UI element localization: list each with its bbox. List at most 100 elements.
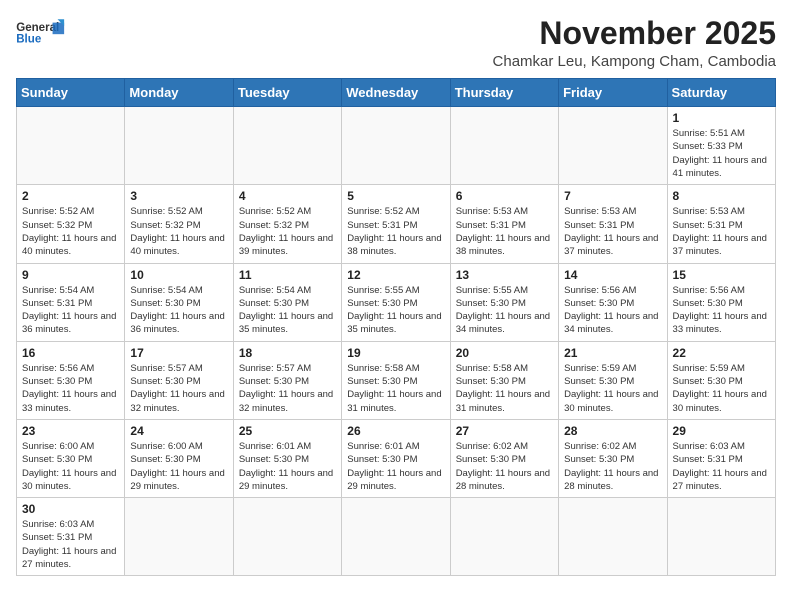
day-number: 14 xyxy=(564,268,661,282)
empty-cell xyxy=(233,107,341,185)
day-cell-29: 29 Sunrise: 6:03 AM Sunset: 5:31 PM Dayli… xyxy=(667,419,775,497)
weekday-header-thursday: Thursday xyxy=(450,79,558,107)
day-cell-30: 30Sunrise: 6:03 AM Sunset: 5:31 PM Dayli… xyxy=(17,498,125,576)
page-header: General Blue November 2025 Chamkar Leu, … xyxy=(16,16,776,70)
day-info: Sunrise: 6:03 AM Sunset: 5:31 PM Dayligh… xyxy=(673,440,770,493)
day-cell-16: 16 Sunrise: 5:56 AM Sunset: 5:30 PM Dayli… xyxy=(17,341,125,419)
day-cell-3: 3 Sunrise: 5:52 AM Sunset: 5:32 PM Daylig… xyxy=(125,185,233,263)
day-number: 8 xyxy=(673,189,770,203)
day-info: Sunrise: 5:52 AM Sunset: 5:31 PM Dayligh… xyxy=(347,205,444,258)
day-cell-27: 27Sunrise: 6:02 AM Sunset: 5:30 PM Dayli… xyxy=(450,419,558,497)
day-info: Sunrise: 6:01 AM Sunset: 5:30 PM Dayligh… xyxy=(347,440,444,493)
empty-cell xyxy=(233,498,341,576)
day-cell-24: 24Sunrise: 6:00 AM Sunset: 5:30 PM Dayli… xyxy=(125,419,233,497)
day-info: Sunrise: 6:00 AM Sunset: 5:30 PM Dayligh… xyxy=(22,440,119,493)
day-cell-20: 20 Sunrise: 5:58 AM Sunset: 5:30 PM Dayli… xyxy=(450,341,558,419)
day-number: 27 xyxy=(456,424,553,438)
day-cell-21: 21Sunrise: 5:59 AM Sunset: 5:30 PM Dayli… xyxy=(559,341,667,419)
weekday-header-sunday: Sunday xyxy=(17,79,125,107)
day-info: Sunrise: 5:58 AM Sunset: 5:30 PM Dayligh… xyxy=(456,362,553,415)
day-info: Sunrise: 5:54 AM Sunset: 5:30 PM Dayligh… xyxy=(130,284,227,337)
calendar-row-4: 23 Sunrise: 6:00 AM Sunset: 5:30 PM Dayli… xyxy=(17,419,776,497)
calendar-table: SundayMondayTuesdayWednesdayThursdayFrid… xyxy=(16,78,776,576)
day-cell-11: 11 Sunrise: 5:54 AM Sunset: 5:30 PM Dayli… xyxy=(233,263,341,341)
day-info: Sunrise: 5:51 AM Sunset: 5:33 PM Dayligh… xyxy=(673,127,770,180)
weekday-header-friday: Friday xyxy=(559,79,667,107)
empty-cell xyxy=(17,107,125,185)
day-cell-8: 8 Sunrise: 5:53 AM Sunset: 5:31 PM Daylig… xyxy=(667,185,775,263)
day-cell-5: 5Sunrise: 5:52 AM Sunset: 5:31 PM Daylig… xyxy=(342,185,450,263)
day-info: Sunrise: 5:58 AM Sunset: 5:30 PM Dayligh… xyxy=(347,362,444,415)
empty-cell xyxy=(667,498,775,576)
day-info: Sunrise: 6:00 AM Sunset: 5:30 PM Dayligh… xyxy=(130,440,227,493)
day-cell-15: 15 Sunrise: 5:56 AM Sunset: 5:30 PM Dayli… xyxy=(667,263,775,341)
day-info: Sunrise: 5:56 AM Sunset: 5:30 PM Dayligh… xyxy=(564,284,661,337)
day-number: 18 xyxy=(239,346,336,360)
day-cell-9: 9 Sunrise: 5:54 AM Sunset: 5:31 PM Daylig… xyxy=(17,263,125,341)
day-info: Sunrise: 5:56 AM Sunset: 5:30 PM Dayligh… xyxy=(22,362,119,415)
empty-cell xyxy=(559,498,667,576)
day-info: Sunrise: 5:56 AM Sunset: 5:30 PM Dayligh… xyxy=(673,284,770,337)
weekday-header-tuesday: Tuesday xyxy=(233,79,341,107)
day-cell-13: 13Sunrise: 5:55 AM Sunset: 5:30 PM Dayli… xyxy=(450,263,558,341)
day-info: Sunrise: 5:52 AM Sunset: 5:32 PM Dayligh… xyxy=(130,205,227,258)
subtitle: Chamkar Leu, Kampong Cham, Cambodia xyxy=(493,53,776,70)
day-cell-2: 2 Sunrise: 5:52 AM Sunset: 5:32 PM Daylig… xyxy=(17,185,125,263)
day-info: Sunrise: 5:53 AM Sunset: 5:31 PM Dayligh… xyxy=(564,205,661,258)
day-info: Sunrise: 5:54 AM Sunset: 5:31 PM Dayligh… xyxy=(22,284,119,337)
empty-cell xyxy=(450,107,558,185)
day-cell-19: 19 Sunrise: 5:58 AM Sunset: 5:30 PM Dayli… xyxy=(342,341,450,419)
day-cell-6: 6Sunrise: 5:53 AM Sunset: 5:31 PM Daylig… xyxy=(450,185,558,263)
day-cell-23: 23 Sunrise: 6:00 AM Sunset: 5:30 PM Dayli… xyxy=(17,419,125,497)
calendar-row-2: 9 Sunrise: 5:54 AM Sunset: 5:31 PM Daylig… xyxy=(17,263,776,341)
day-number: 20 xyxy=(456,346,553,360)
weekday-header-wednesday: Wednesday xyxy=(342,79,450,107)
empty-cell xyxy=(125,107,233,185)
day-number: 16 xyxy=(22,346,119,360)
day-number: 30 xyxy=(22,502,119,516)
day-info: Sunrise: 5:53 AM Sunset: 5:31 PM Dayligh… xyxy=(456,205,553,258)
empty-cell xyxy=(450,498,558,576)
title-area: November 2025 Chamkar Leu, Kampong Cham,… xyxy=(493,16,776,70)
logo-area: General Blue xyxy=(16,16,66,54)
day-number: 22 xyxy=(673,346,770,360)
day-info: Sunrise: 5:52 AM Sunset: 5:32 PM Dayligh… xyxy=(239,205,336,258)
day-info: Sunrise: 5:52 AM Sunset: 5:32 PM Dayligh… xyxy=(22,205,119,258)
day-number: 25 xyxy=(239,424,336,438)
day-info: Sunrise: 5:59 AM Sunset: 5:30 PM Dayligh… xyxy=(673,362,770,415)
day-number: 19 xyxy=(347,346,444,360)
calendar-row-5: 30Sunrise: 6:03 AM Sunset: 5:31 PM Dayli… xyxy=(17,498,776,576)
day-number: 15 xyxy=(673,268,770,282)
day-cell-18: 18 Sunrise: 5:57 AM Sunset: 5:30 PM Dayli… xyxy=(233,341,341,419)
day-number: 1 xyxy=(673,111,770,125)
day-number: 12 xyxy=(347,268,444,282)
empty-cell xyxy=(342,498,450,576)
day-number: 26 xyxy=(347,424,444,438)
calendar-row-1: 2 Sunrise: 5:52 AM Sunset: 5:32 PM Daylig… xyxy=(17,185,776,263)
day-cell-25: 25 Sunrise: 6:01 AM Sunset: 5:30 PM Dayli… xyxy=(233,419,341,497)
day-number: 9 xyxy=(22,268,119,282)
day-info: Sunrise: 5:54 AM Sunset: 5:30 PM Dayligh… xyxy=(239,284,336,337)
day-number: 29 xyxy=(673,424,770,438)
day-cell-7: 7 Sunrise: 5:53 AM Sunset: 5:31 PM Daylig… xyxy=(559,185,667,263)
day-info: Sunrise: 5:57 AM Sunset: 5:30 PM Dayligh… xyxy=(239,362,336,415)
day-number: 4 xyxy=(239,189,336,203)
day-number: 23 xyxy=(22,424,119,438)
day-cell-10: 10Sunrise: 5:54 AM Sunset: 5:30 PM Dayli… xyxy=(125,263,233,341)
day-cell-22: 22 Sunrise: 5:59 AM Sunset: 5:30 PM Dayli… xyxy=(667,341,775,419)
day-info: Sunrise: 5:53 AM Sunset: 5:31 PM Dayligh… xyxy=(673,205,770,258)
svg-text:Blue: Blue xyxy=(16,33,42,45)
day-cell-28: 28Sunrise: 6:02 AM Sunset: 5:30 PM Dayli… xyxy=(559,419,667,497)
day-number: 17 xyxy=(130,346,227,360)
calendar-row-0: 1 Sunrise: 5:51 AM Sunset: 5:33 PM Daylig… xyxy=(17,107,776,185)
day-info: Sunrise: 5:59 AM Sunset: 5:30 PM Dayligh… xyxy=(564,362,661,415)
empty-cell xyxy=(342,107,450,185)
day-number: 7 xyxy=(564,189,661,203)
calendar-row-3: 16 Sunrise: 5:56 AM Sunset: 5:30 PM Dayli… xyxy=(17,341,776,419)
day-number: 3 xyxy=(130,189,227,203)
day-cell-4: 4 Sunrise: 5:52 AM Sunset: 5:32 PM Daylig… xyxy=(233,185,341,263)
day-number: 2 xyxy=(22,189,119,203)
day-number: 11 xyxy=(239,268,336,282)
day-info: Sunrise: 6:01 AM Sunset: 5:30 PM Dayligh… xyxy=(239,440,336,493)
weekday-header-saturday: Saturday xyxy=(667,79,775,107)
